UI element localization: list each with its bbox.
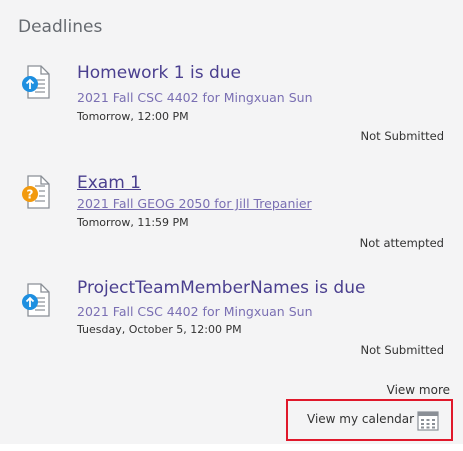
deadlines-widget: Deadlines Homework 1 is due 2021 Fall CS… xyxy=(0,0,463,444)
deadline-title-link[interactable]: ProjectTeamMemberNames is due xyxy=(77,278,365,298)
due-time: Tuesday, October 5, 12:00 PM xyxy=(77,323,242,336)
assignment-upload-icon xyxy=(21,282,51,318)
due-time: Tomorrow, 11:59 PM xyxy=(77,216,189,229)
quiz-question-icon: ? xyxy=(21,174,51,210)
course-link[interactable]: 2021 Fall CSC 4402 for Mingxuan Sun xyxy=(77,90,313,105)
submission-status: Not Submitted xyxy=(360,129,444,143)
view-more-link[interactable]: View more xyxy=(387,383,450,397)
svg-text:?: ? xyxy=(27,188,34,202)
widget-title: Deadlines xyxy=(18,17,103,37)
due-time: Tomorrow, 12:00 PM xyxy=(77,110,189,123)
view-calendar-label: View my calendar xyxy=(307,412,415,426)
submission-status: Not attempted xyxy=(359,236,444,250)
course-link[interactable]: 2021 Fall CSC 4402 for Mingxuan Sun xyxy=(77,304,313,319)
deadline-title-link[interactable]: Homework 1 is due xyxy=(77,63,241,83)
course-link[interactable]: 2021 Fall GEOG 2050 for Jill Trepanier xyxy=(77,196,312,211)
submission-status: Not Submitted xyxy=(360,343,444,357)
calendar-icon xyxy=(417,411,439,431)
deadline-title-link[interactable]: Exam 1 xyxy=(77,173,141,193)
view-calendar-button[interactable]: View my calendar xyxy=(286,399,453,441)
assignment-upload-icon xyxy=(21,64,51,100)
